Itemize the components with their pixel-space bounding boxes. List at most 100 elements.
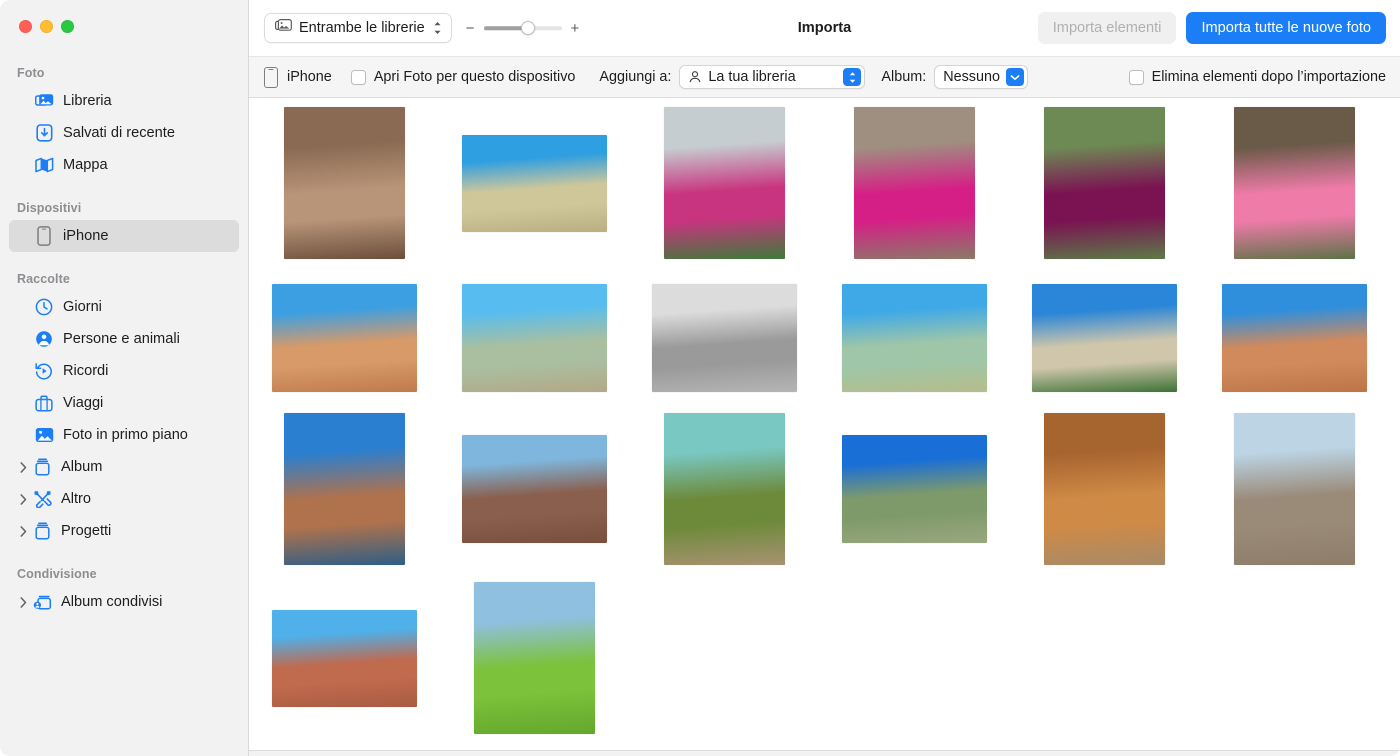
- photo-cell[interactable]: [629, 107, 819, 259]
- photo-thumbnail-green-meadow-mountains[interactable]: [474, 582, 595, 734]
- featured-photo-icon: [33, 425, 55, 445]
- sidebar-item-label: Mappa: [63, 157, 108, 173]
- toolbar: Entrambe le librerie − + Importa Importa…: [249, 0, 1400, 57]
- photo-thumbnail-mesa-grassland[interactable]: [462, 135, 607, 232]
- photo-thumbnail-canyon-black-and-white[interactable]: [652, 284, 797, 392]
- photo-cell[interactable]: [249, 107, 439, 259]
- close-window-button[interactable]: [19, 20, 32, 33]
- photo-thumbnail-green-field-horizon[interactable]: [842, 284, 987, 392]
- open-photos-for-device-checkbox[interactable]: Apri Foto per questo dispositivo: [351, 69, 576, 85]
- photo-cell[interactable]: [249, 413, 439, 565]
- photo-thumbnail-grand-canyon-layers[interactable]: [462, 435, 607, 543]
- photo-thumbnail-bryce-canyon-hoodoos[interactable]: [272, 284, 417, 392]
- sidebar-section-header: Dispositivi: [0, 181, 248, 220]
- people-icon: [33, 329, 55, 349]
- sidebar-item-viaggi[interactable]: Viaggi: [9, 387, 239, 419]
- photo-thumbnail-slot-canyon-road[interactable]: [1044, 413, 1165, 565]
- photo-cell[interactable]: [1199, 413, 1389, 565]
- sidebar-item-label: Viaggi: [63, 395, 103, 411]
- import-all-new-button[interactable]: Importa tutte le nuove foto: [1186, 12, 1386, 44]
- photo-thumbnail-zion-white-cliffs[interactable]: [1032, 284, 1177, 392]
- photo-grid-row: [249, 408, 1400, 570]
- chevron-right-icon[interactable]: [15, 597, 31, 608]
- library-source-popup[interactable]: Entrambe le librerie: [264, 13, 452, 43]
- photo-cell[interactable]: [629, 284, 819, 392]
- photo-cell[interactable]: [249, 610, 439, 707]
- sidebar-item-libreria[interactable]: Libreria: [9, 85, 239, 117]
- checkbox-box[interactable]: [1129, 70, 1144, 85]
- photo-cell[interactable]: [819, 284, 1009, 392]
- photo-thumbnail-painted-desert-badlands[interactable]: [272, 610, 417, 707]
- add-to-group: Aggiungi a: La tua libreria: [599, 65, 865, 89]
- iphone-icon: [33, 226, 55, 246]
- photo-cell[interactable]: [439, 135, 629, 232]
- tools-icon: [31, 489, 53, 509]
- photo-cell[interactable]: [819, 435, 1009, 543]
- clock-icon: [33, 297, 55, 317]
- chevron-right-icon[interactable]: [15, 526, 31, 537]
- import-selected-button[interactable]: Importa elementi: [1038, 12, 1177, 44]
- sidebar-item-mappa[interactable]: Mappa: [9, 149, 239, 181]
- photo-thumbnail-prairie-blue-sky[interactable]: [462, 284, 607, 392]
- photo-thumbnail-capitol-reef-redrock[interactable]: [1222, 284, 1367, 392]
- minimize-window-button[interactable]: [40, 20, 53, 33]
- album-destination-popup[interactable]: Nessuno: [934, 65, 1028, 89]
- sidebar-item-album[interactable]: Album: [9, 451, 239, 483]
- recently-saved-icon: [33, 123, 55, 143]
- photos-library-icon: [275, 19, 292, 38]
- photo-thumbnail-canyonlands-river-reflection[interactable]: [284, 413, 405, 565]
- photo-grid-rows: [249, 98, 1400, 746]
- photo-cell[interactable]: [1199, 284, 1389, 392]
- photo-cell[interactable]: [1009, 107, 1199, 259]
- photo-thumbnail-pink-cymbidium-orchid[interactable]: [664, 107, 785, 259]
- sidebar-item-foto-in-primo-piano[interactable]: Foto in primo piano: [9, 419, 239, 451]
- photo-cell[interactable]: [439, 284, 629, 392]
- photo-cell[interactable]: [439, 435, 629, 543]
- sidebar-item-iphone[interactable]: iPhone: [9, 220, 239, 252]
- zoom-in-label[interactable]: +: [571, 20, 580, 37]
- slider-knob[interactable]: [521, 21, 535, 35]
- photo-thumbnail-desert-wash-stream[interactable]: [664, 413, 785, 565]
- chevron-right-icon[interactable]: [15, 462, 31, 473]
- zoom-out-label[interactable]: −: [466, 20, 475, 37]
- sidebar-item-album-condivisi[interactable]: Album condivisi: [9, 586, 239, 618]
- photo-cell[interactable]: [1199, 107, 1389, 259]
- photo-cell[interactable]: [1009, 413, 1199, 565]
- sidebar-item-label: Ricordi: [63, 363, 108, 379]
- photo-cell[interactable]: [249, 284, 439, 392]
- memories-icon: [33, 361, 55, 381]
- checkbox-box[interactable]: [351, 70, 366, 85]
- sidebar-item-ricordi[interactable]: Ricordi: [9, 355, 239, 387]
- sidebar-item-salvati-di-recente[interactable]: Salvati di recente: [9, 117, 239, 149]
- import-photo-grid[interactable]: [249, 98, 1400, 750]
- maximize-window-button[interactable]: [61, 20, 74, 33]
- zoom-slider[interactable]: [484, 21, 562, 35]
- sidebar-section-header: Condivisione: [0, 547, 248, 586]
- photo-thumbnail-pink-white-tulip[interactable]: [1234, 107, 1355, 259]
- photo-cell[interactable]: [819, 107, 1009, 259]
- photo-cell[interactable]: [629, 413, 819, 565]
- sidebar-item-label: iPhone: [63, 228, 108, 244]
- iphone-icon: [264, 67, 278, 88]
- chevron-down-icon[interactable]: [1006, 68, 1024, 86]
- photo-cell[interactable]: [1009, 284, 1199, 392]
- device-name-label: iPhone: [287, 69, 332, 85]
- photo-thumbnail-dark-purple-tulip[interactable]: [1044, 107, 1165, 259]
- photo-thumbnail-magenta-tulip-open[interactable]: [854, 107, 975, 259]
- sidebar-item-giorni[interactable]: Giorni: [9, 291, 239, 323]
- delete-after-import-checkbox[interactable]: Elimina elementi dopo l’importazione: [1129, 69, 1386, 85]
- sidebar-item-altro[interactable]: Altro: [9, 483, 239, 515]
- photo-thumbnail-highway-through-prairie[interactable]: [842, 435, 987, 543]
- chevron-up-down-icon: [433, 21, 442, 35]
- sidebar-item-progetti[interactable]: Progetti: [9, 515, 239, 547]
- add-to-destination-popup[interactable]: La tua libreria: [679, 65, 865, 89]
- map-icon: [33, 155, 55, 175]
- photo-cell[interactable]: [439, 582, 629, 734]
- library-source-label: Entrambe le librerie: [299, 20, 425, 36]
- sidebar-item-persone-e-animali[interactable]: Persone e animali: [9, 323, 239, 355]
- thumbnail-zoom-control[interactable]: − +: [466, 20, 580, 37]
- chevron-right-icon[interactable]: [15, 494, 31, 505]
- photo-thumbnail-petrified-wood-logs[interactable]: [1234, 413, 1355, 565]
- photo-thumbnail-tree-bark-closeup[interactable]: [284, 107, 405, 259]
- chevron-up-down-icon[interactable]: [843, 68, 861, 86]
